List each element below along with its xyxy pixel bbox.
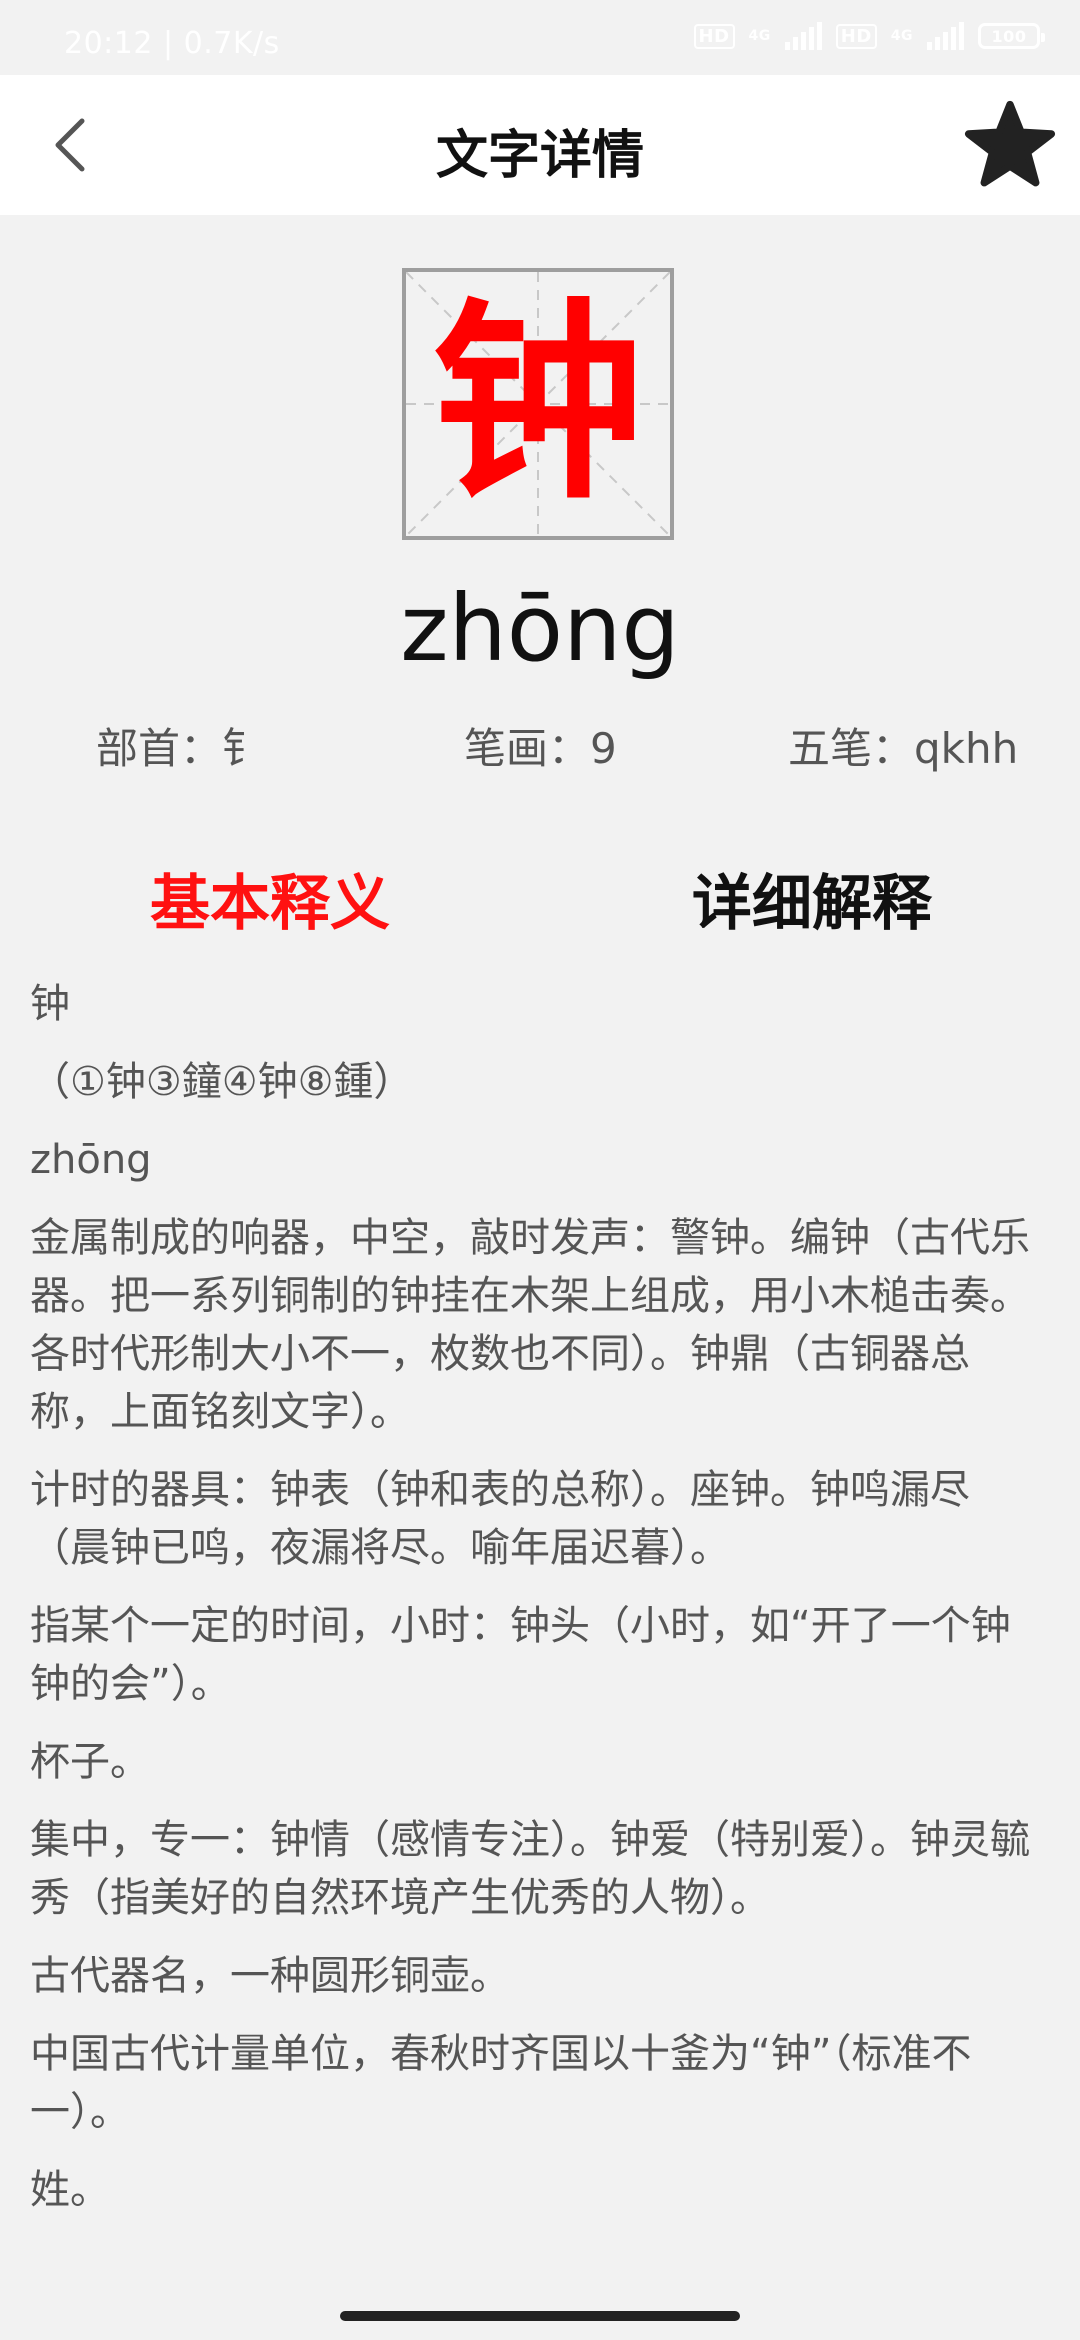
signal-icon-1 <box>784 22 822 50</box>
favorite-button[interactable] <box>960 95 1060 195</box>
stroke-count-info: 笔画：9 <box>464 724 617 773</box>
page-title: 文字详情 <box>435 126 644 186</box>
hd-badge-2: HD <box>835 23 877 49</box>
status-bar: 20:12 | 0.7K/s HD 4G HD 4G 100 <box>0 0 1080 75</box>
definition-line: 计时的器具：钟表（钟和表的总称）。座钟。钟鸣漏尽（晨钟已鸣，夜漏将尽。喻年届迟暮… <box>30 1467 970 1571</box>
home-indicator[interactable] <box>340 2311 740 2321</box>
definition-line: 古代器名，一种圆形铜壶。 <box>30 1953 510 1999</box>
definition-content: 钟 （①钟③鐘④钟⑧鍾） zhōng 金属制成的响器，中空，敲时发声：警钟。编钟… <box>30 975 1040 2239</box>
battery-icon: 100 <box>978 23 1045 49</box>
battery-level: 100 <box>991 26 1027 46</box>
star-icon <box>964 100 1056 187</box>
definition-line: 钟 <box>30 981 70 1027</box>
definition-line: 姓。 <box>30 2167 110 2213</box>
definition-line: 集中，专一：钟情（感情专注）。钟爱（特别爱）。钟灵毓秀（指美好的自然环境产生优秀… <box>30 1817 1030 1921</box>
definition-line: 中国古代计量单位，春秋时齐国以十釜为“钟”（标准不一）。 <box>30 2031 972 2135</box>
status-time: 20:12 | 0.7K/s <box>64 26 280 61</box>
definition-line: 金属制成的响器，中空，敲时发声：警钟。编钟（古代乐器。把一系列铜制的钟挂在木架上… <box>30 1215 1030 1435</box>
wubi-code-info: 五笔：qkhh <box>788 724 1019 773</box>
character-grid-box: 钟 <box>402 268 674 540</box>
status-icons: HD 4G HD 4G 100 <box>693 22 1045 50</box>
character-pinyin: zhōng <box>400 575 680 682</box>
character-glyph: 钟 <box>432 280 644 527</box>
definition-line: 指某个一定的时间，小时：钟头（小时，如“开了一个钟钟的会”）。 <box>30 1603 1011 1707</box>
definition-line: 杯子。 <box>30 1739 150 1785</box>
signal-icon-2 <box>927 22 964 50</box>
network-type-1: 4G <box>748 28 771 44</box>
network-type-2: 4G <box>890 28 913 44</box>
definition-line: （①钟③鐘④钟⑧鍾） <box>30 1059 414 1105</box>
hd-badge-1: HD <box>693 23 735 49</box>
definition-line: zhōng <box>30 1137 152 1183</box>
tab-basic-meaning[interactable]: 基本释义 <box>150 855 390 942</box>
radical-info: 部首：钅 <box>96 724 265 773</box>
app-header: 文字详情 <box>0 75 1080 215</box>
tab-detailed-explanation[interactable]: 详细解释 <box>692 855 932 942</box>
